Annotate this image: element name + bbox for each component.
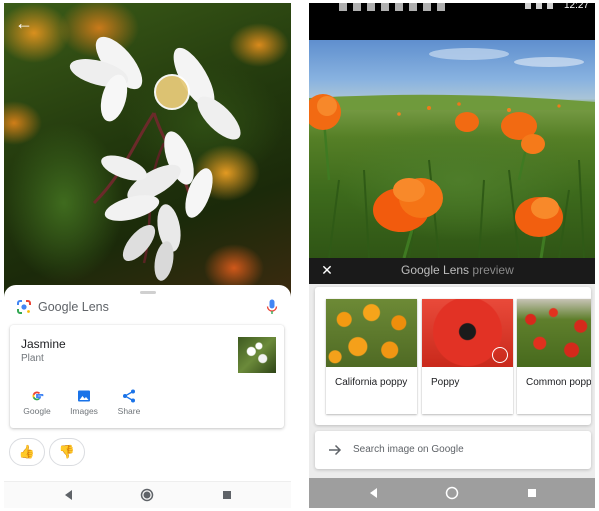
- poppy-field-photo[interactable]: [309, 40, 595, 258]
- images-action-button[interactable]: Images: [66, 389, 102, 416]
- leaf-icon: [492, 347, 508, 363]
- thumbs-up-icon[interactable]: 👍: [9, 438, 45, 466]
- result-label: Poppy: [431, 377, 460, 388]
- result-card-common-poppy[interactable]: Common poppy: [517, 299, 591, 414]
- lens-bar-brand: Google Lens: [401, 263, 470, 277]
- arrow-right-icon: [329, 444, 342, 456]
- california-poppy-image: [326, 299, 417, 367]
- system-status-icons: [525, 3, 555, 9]
- result-card-california-poppy[interactable]: California poppy: [326, 299, 417, 414]
- share-action-button[interactable]: Share: [111, 389, 147, 416]
- android-nav-bar-right: [309, 478, 595, 508]
- recents-square-icon[interactable]: [220, 488, 234, 502]
- screenshot-root: ← Google Lens Jasmine Plant Google Image…: [0, 0, 599, 511]
- lens-bar-preview: preview: [472, 263, 514, 277]
- jasmine-photo[interactable]: ←: [4, 3, 291, 303]
- back-triangle-icon[interactable]: [62, 488, 76, 502]
- thumbs-down-icon[interactable]: 👎: [49, 438, 85, 466]
- home-circle-icon[interactable]: [445, 486, 459, 500]
- recents-square-icon[interactable]: [525, 486, 539, 500]
- status-time: 12:27: [563, 3, 589, 11]
- google-g-icon: [32, 391, 44, 401]
- results-panel: California poppy Poppy Common poppy: [315, 287, 591, 425]
- result-type: Plant: [21, 353, 44, 364]
- lens-preview-title: Google Lens preview: [401, 263, 514, 277]
- android-nav-bar: [4, 481, 291, 508]
- lens-header-title: Google Lens: [38, 300, 109, 314]
- status-bar: 12:27: [309, 3, 595, 40]
- lens-bottom-sheet: Google Lens Jasmine Plant Google Images …: [4, 285, 291, 508]
- result-card-poppy[interactable]: Poppy: [422, 299, 513, 414]
- back-arrow-icon[interactable]: ←: [12, 11, 36, 35]
- result-label: Common poppy: [526, 377, 591, 388]
- result-thumbnail[interactable]: [238, 337, 276, 373]
- microphone-icon[interactable]: [266, 299, 278, 315]
- poppy-flower-mid: [455, 112, 479, 132]
- poppy-flower-right-bottom: [515, 197, 563, 237]
- poppy-flower-right-top: [501, 112, 545, 154]
- notification-icons: [339, 3, 449, 11]
- jasmine-flowers-illustration: [69, 36, 241, 281]
- action-label-share: Share: [117, 406, 141, 416]
- back-triangle-icon[interactable]: [367, 486, 381, 500]
- result-card-jasmine[interactable]: Jasmine Plant Google Images Share: [10, 325, 284, 428]
- search-image-on-google-button[interactable]: Search image on Google: [315, 431, 591, 469]
- sheet-drag-handle[interactable]: [140, 291, 156, 294]
- lens-preview-bar: ✕ Google Lens preview: [309, 258, 595, 284]
- poppy-flower-center: [373, 178, 443, 232]
- action-label-google: Google: [23, 406, 51, 416]
- poppy-field-illustration: [309, 48, 595, 258]
- search-image-text: Search image on Google: [353, 444, 464, 455]
- google-lens-logo-icon: [17, 300, 31, 314]
- image-icon: [78, 390, 90, 402]
- close-icon[interactable]: ✕: [319, 262, 335, 278]
- google-action-button[interactable]: Google: [19, 389, 55, 416]
- result-name: Jasmine: [21, 337, 66, 351]
- result-label: California poppy: [335, 377, 408, 388]
- right-phone-screen: 12:27 ✕ Google Lens preview California p…: [309, 3, 595, 508]
- home-circle-icon[interactable]: [140, 488, 154, 502]
- common-poppy-image: [517, 299, 591, 367]
- left-phone-screen: ← Google Lens Jasmine Plant Google Image…: [4, 3, 291, 508]
- action-label-images: Images: [70, 406, 98, 416]
- share-icon: [123, 389, 135, 403]
